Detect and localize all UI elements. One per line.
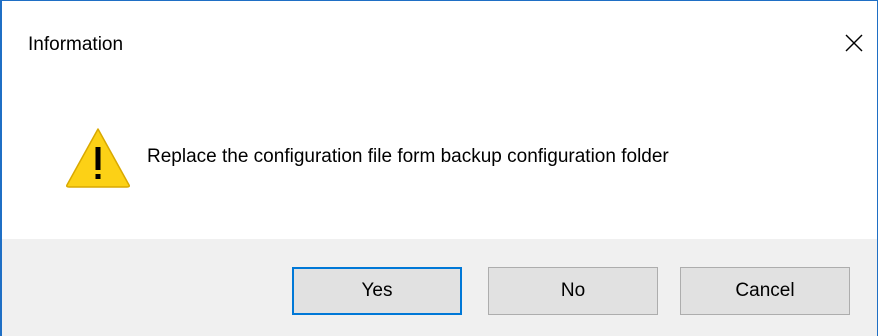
close-button[interactable]: [831, 19, 877, 67]
title-bar: Information: [2, 1, 877, 89]
information-dialog: Information Replace the configuration fi…: [0, 0, 878, 336]
window-title: Information: [28, 34, 124, 55]
cancel-button[interactable]: Cancel: [680, 267, 850, 315]
warning-icon: [66, 128, 130, 188]
yes-button[interactable]: Yes: [292, 267, 462, 315]
button-bar: Yes No Cancel: [2, 239, 877, 336]
close-icon: [845, 34, 863, 52]
message-text: Replace the configuration file form back…: [147, 146, 669, 167]
message-area: Replace the configuration file form back…: [2, 89, 877, 239]
no-button[interactable]: No: [488, 267, 658, 315]
